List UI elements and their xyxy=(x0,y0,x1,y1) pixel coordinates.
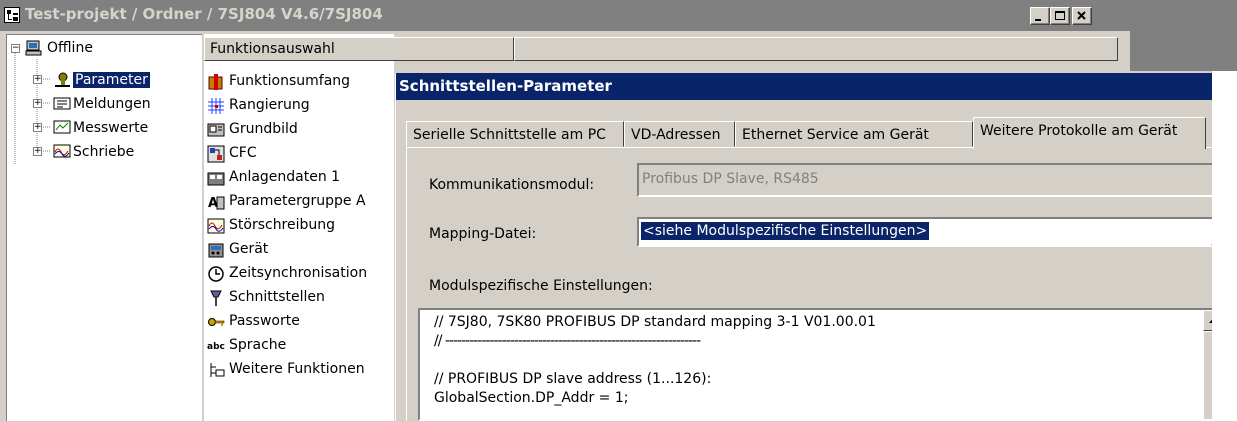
code-line: // -------------------------------------… xyxy=(434,333,701,349)
comm-module-label: Kommunikationsmodul: xyxy=(429,177,595,193)
language-icon: abc xyxy=(207,342,225,352)
function-item-label: Sprache xyxy=(229,337,287,353)
function-item-label: Passworte xyxy=(229,313,300,329)
maximize-icon xyxy=(1055,11,1065,20)
interface-parameters-dialog[interactable]: Schnittstellen-Parameter Serielle Schnit… xyxy=(395,73,1237,421)
tree-item-label: Schriebe xyxy=(73,144,135,160)
comm-module-field: Profibus DP Slave, RS485 xyxy=(637,163,1237,197)
code-line: // 7SJ80, 7SK80 PROFIBUS DP standard map… xyxy=(434,314,876,330)
expand-icon[interactable]: + xyxy=(33,147,42,156)
device-icon xyxy=(208,243,224,258)
mapping-file-select[interactable]: <siehe Modulspezifische Einstellungen> xyxy=(637,217,1233,247)
function-item-label: Rangierung xyxy=(229,97,310,113)
window-title: Test-projekt / Ordner / 7SJ804 V4.6/7SJ8… xyxy=(25,5,383,23)
close-icon xyxy=(1077,11,1086,20)
minimize-button[interactable] xyxy=(1030,7,1050,25)
fault-recording-icon xyxy=(207,218,225,234)
tree-item-label: Offline xyxy=(47,40,93,56)
code-line: // PROFIBUS DP slave address (1...126): xyxy=(434,371,712,387)
function-item-label: Zeitsynchronisation xyxy=(229,265,368,281)
expand-icon[interactable]: + xyxy=(33,123,42,132)
tree-item-label: Meldungen xyxy=(73,96,151,112)
matrix-icon xyxy=(208,98,224,114)
interfaces-icon xyxy=(210,290,222,306)
measurements-icon xyxy=(53,120,71,134)
dialog-title: Schnittstellen-Parameter xyxy=(399,77,612,95)
tree-item-meldungen[interactable]: + Meldungen xyxy=(7,93,197,117)
tab-weitere-protokolle[interactable]: Weitere Protokolle am Gerät xyxy=(973,117,1206,149)
header-filler xyxy=(514,37,1118,61)
tree-item-label: Messwerte xyxy=(73,120,149,136)
mapping-file-value: <siehe Modulspezifische Einstellungen> xyxy=(641,222,930,240)
cfc-icon xyxy=(207,145,225,163)
function-item-label: Störschreibung xyxy=(229,217,336,233)
time-sync-icon xyxy=(208,266,224,282)
function-item-label: Weitere Funktionen xyxy=(229,361,365,377)
chart-records-icon xyxy=(53,144,71,158)
close-button[interactable] xyxy=(1072,7,1092,25)
more-functions-icon xyxy=(210,363,225,377)
code-line: GlobalSection.DP_Addr = 1; xyxy=(434,390,629,406)
tree-item-label: Parameter xyxy=(73,72,150,88)
function-scope-icon xyxy=(208,74,223,90)
collapse-icon[interactable]: − xyxy=(11,44,20,53)
navigation-tree[interactable]: − Offline + Parameter + Meldungen + Mess… xyxy=(6,34,202,421)
computer-icon xyxy=(25,40,42,56)
mapping-file-label: Mapping-Datei: xyxy=(429,226,537,242)
plant-data-icon xyxy=(207,172,225,186)
tree-item-offline[interactable]: − Offline xyxy=(7,37,197,61)
function-list-header[interactable]: Funktionsauswahl xyxy=(204,37,514,61)
module-settings-textarea[interactable]: // 7SJ80, 7SK80 PROFIBUS DP standard map… xyxy=(418,308,1226,421)
expand-icon[interactable]: + xyxy=(33,75,42,84)
background-area xyxy=(1212,71,1237,421)
function-item-label: Grundbild xyxy=(229,121,298,137)
parameter-icon xyxy=(55,72,70,87)
function-item-label: CFC xyxy=(229,145,257,161)
tree-item-parameter[interactable]: + Parameter xyxy=(7,69,197,93)
function-item-label: Parametergruppe A xyxy=(229,193,366,209)
tab-vd-adressen[interactable]: VD-Adressen xyxy=(624,121,735,147)
dialog-title-bar[interactable]: Schnittstellen-Parameter xyxy=(396,73,1237,100)
background-area xyxy=(1122,0,1237,31)
expand-icon[interactable]: + xyxy=(33,99,42,108)
key-icon xyxy=(208,318,225,326)
minimize-icon xyxy=(1035,19,1041,21)
function-item-label: Funktionsumfang xyxy=(229,73,351,89)
svg-text:abc: abc xyxy=(207,342,225,352)
tab-serielle-schnittstelle[interactable]: Serielle Schnittstelle am PC xyxy=(406,121,624,147)
messages-icon xyxy=(53,97,71,110)
tree-item-messwerte[interactable]: + Messwerte xyxy=(7,117,197,141)
function-item-label: Gerät xyxy=(229,241,269,257)
function-item-label: Schnittstellen xyxy=(229,289,325,305)
background-area xyxy=(1130,31,1237,71)
window-title-bar[interactable]: Test-projekt / Ordner / 7SJ804 V4.6/7SJ8… xyxy=(0,0,1122,31)
tree-item-schriebe[interactable]: + Schriebe xyxy=(7,141,197,165)
maximize-button[interactable] xyxy=(1050,7,1070,25)
comm-module-value: Profibus DP Slave, RS485 xyxy=(642,171,819,187)
tab-ethernet-service[interactable]: Ethernet Service am Gerät xyxy=(735,121,973,147)
function-item-label: Anlagendaten 1 xyxy=(229,169,341,185)
default-display-icon xyxy=(207,123,225,137)
parameter-group-icon: A xyxy=(208,196,225,211)
application-icon[interactable] xyxy=(4,7,20,23)
module-settings-label: Modulspezifische Einstellungen: xyxy=(429,278,653,294)
